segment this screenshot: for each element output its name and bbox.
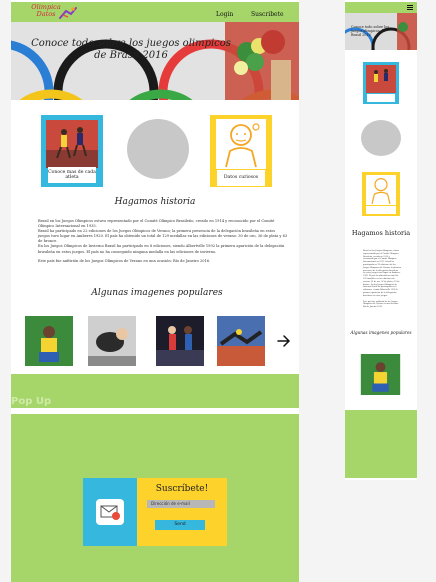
mobile-athlete-card[interactable] [363,62,399,104]
thinking-person-icon [216,119,266,169]
mobile-fun-facts-card[interactable] [362,172,400,216]
mobile-athletes-photo [366,65,396,93]
gallery-thumb-athlete-kneeling[interactable] [25,316,73,366]
athletes-photo [46,120,98,168]
hamburger-icon[interactable] [407,5,413,10]
gallery-thumb-shot-put[interactable] [88,316,136,366]
popup-area: Suscríbete! Dirección de e-mail Send [11,414,299,582]
gallery-title: Algunas imagenes populares [91,288,223,298]
desktop-mockup: Olimpica Datos Login Suscribete Conoce t… [11,0,299,582]
gallery-thumb-boxing[interactable] [156,316,204,366]
popup-icon-panel [83,478,137,546]
mobile-top-navbar [345,2,417,13]
subscribe-title: Suscríbete! [155,484,209,494]
mobile-hero: Conoce todo sobre los juegos olimpicos d… [345,13,417,50]
logo[interactable]: Olimpica Datos [31,4,61,18]
hero-title: Conoce todo sobre los juegos olimpicos d… [31,38,231,61]
runner-logo-icon [59,7,77,19]
mobile-gallery-title: Algunas imagenes populares [350,330,412,335]
placeholder-circle-image [127,119,189,179]
arrow-right-icon[interactable] [277,334,291,348]
fun-facts-caption: Datos curiosos [217,170,265,186]
mobile-hero-title: Conoce todo sobre los juegos olimpicos d… [351,25,390,37]
mobile-athlete-caption [367,94,395,102]
mobile-gallery-thumb[interactable] [360,354,401,395]
mobile-history-text: Brasil en los Juegos Olímpicos estuvo re… [363,250,402,309]
hero-banner: Conoce todo sobre los juegos olimpicos d… [11,22,299,100]
login-link[interactable]: Login [216,11,233,18]
mobile-placeholder-circle [361,120,401,156]
history-text: Brasil en los Juegos Olimpicos estuvo re… [38,219,288,263]
subscribe-link[interactable]: Suscribete [251,11,284,18]
athlete-card-caption: Conoce mas de cada atleta [48,167,96,183]
mobile-history-title: Hagamos historia [351,229,411,237]
footer-bar [11,374,299,408]
gallery-thumb-sprinters[interactable] [217,316,265,366]
history-title: Hagamos historia [114,197,196,207]
fun-facts-card[interactable]: Datos curiosos [210,115,272,187]
mobile-thinking-person-icon [366,175,396,205]
mobile-footer [345,410,417,478]
mobile-fun-facts-caption [366,206,396,214]
athlete-card[interactable]: Conoce mas de cada atleta [41,115,103,187]
mobile-mockup: Conoce todo sobre los juegos olimpicos d… [345,0,417,480]
subscribe-form: Suscríbete! Dirección de e-mail Send [137,478,227,546]
top-navbar: Olimpica Datos Login Suscribete [11,2,299,22]
popup-label: Pop Up [11,396,52,407]
send-button[interactable]: Send [155,520,205,530]
email-input[interactable]: Dirección de e-mail [147,500,215,508]
newsletter-icon [96,499,124,525]
